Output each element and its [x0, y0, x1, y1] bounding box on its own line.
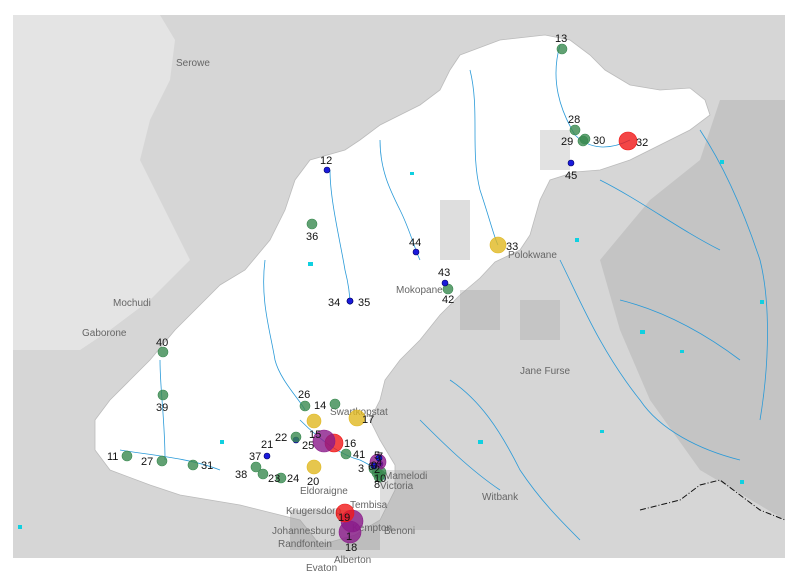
- site-label-40: 40: [156, 337, 168, 349]
- place-label-alberton: Alberton: [334, 555, 371, 566]
- site-marker-43[interactable]: [441, 279, 449, 287]
- site-label-11: 11: [107, 451, 118, 463]
- place-label-tembisa: Tembisa: [350, 500, 388, 511]
- site-marker-31[interactable]: [187, 459, 199, 471]
- site-marker-22[interactable]: [290, 431, 302, 443]
- site-label-23: 23: [268, 473, 280, 485]
- site-label-41: 41: [353, 449, 365, 461]
- site-label-28: 28: [568, 114, 580, 126]
- site-label-21: 21: [261, 439, 273, 451]
- site-label-34: 34: [328, 297, 340, 309]
- place-label-mokopane: Mokopane: [396, 285, 443, 296]
- site-marker-28[interactable]: [569, 124, 581, 136]
- site-marker-44[interactable]: [412, 248, 420, 256]
- site-label-32: 32: [636, 137, 648, 149]
- site-label-39: 39: [156, 402, 168, 414]
- site-marker-26[interactable]: [299, 400, 311, 412]
- site-label-3: 3: [358, 463, 364, 475]
- site-label-14: 14: [314, 400, 326, 412]
- site-marker-12[interactable]: [323, 166, 331, 174]
- site-label-24: 24: [287, 473, 299, 485]
- site-label-27: 27: [141, 456, 153, 468]
- place-label-evaton: Evaton: [306, 563, 337, 571]
- site-marker-36[interactable]: [306, 218, 318, 230]
- place-label-jane-furse: Jane Furse: [520, 366, 570, 377]
- site-marker-41[interactable]: [340, 448, 352, 460]
- site-label-9: 9: [371, 460, 377, 472]
- place-label-randfontein: Randfontein: [278, 539, 332, 550]
- site-label-45: 45: [565, 170, 577, 182]
- site-marker-33[interactable]: [489, 236, 507, 254]
- site-label-35: 35: [358, 297, 370, 309]
- site-label-19: 19: [338, 512, 350, 524]
- site-marker-32[interactable]: [618, 131, 638, 151]
- site-marker-13[interactable]: [556, 43, 568, 55]
- site-label-26: 26: [298, 389, 310, 401]
- site-label-42: 42: [442, 294, 454, 306]
- site-marker-35[interactable]: [346, 297, 354, 305]
- place-label-witbank: Witbank: [482, 492, 519, 503]
- catchment-map: Serowe Mochudi Gaborone Polokwane Mokopa…: [13, 15, 786, 571]
- site-label-36: 36: [306, 231, 318, 243]
- site-marker-11[interactable]: [121, 450, 133, 462]
- site-label-44: 44: [409, 237, 421, 249]
- site-label-25: 25: [302, 440, 314, 452]
- place-label-benoni: Benoni: [384, 526, 415, 537]
- site-marker-37[interactable]: [263, 452, 271, 460]
- site-label-17: 17: [362, 414, 374, 426]
- site-label-22: 22: [275, 432, 287, 444]
- site-marker-30[interactable]: [579, 133, 591, 145]
- site-label-37: 37: [249, 451, 261, 463]
- site-label-20: 20: [307, 476, 319, 488]
- site-marker-39[interactable]: [157, 389, 169, 401]
- site-label-30: 30: [593, 135, 605, 147]
- site-label-43: 43: [438, 267, 450, 279]
- site-marker-15[interactable]: [306, 413, 322, 429]
- place-label-krugersdorp: Krugersdorp: [286, 506, 341, 517]
- site-marker-20[interactable]: [306, 459, 322, 475]
- place-label-gaborone: Gaborone: [82, 328, 127, 339]
- site-marker-38[interactable]: [250, 461, 262, 473]
- site-marker-14[interactable]: [329, 398, 341, 410]
- site-label-18: 18: [345, 542, 357, 554]
- site-label-10: 10: [374, 473, 386, 485]
- place-label-serowe: Serowe: [176, 58, 210, 69]
- site-label-13: 13: [555, 33, 567, 45]
- place-label-mochudi: Mochudi: [113, 298, 151, 309]
- site-label-31: 31: [201, 460, 213, 472]
- site-label-12: 12: [320, 155, 332, 167]
- site-marker-45[interactable]: [567, 159, 575, 167]
- site-label-7: 7: [377, 451, 383, 463]
- place-label-johannesburg: Johannesburg: [272, 526, 335, 537]
- site-marker-27[interactable]: [156, 455, 168, 467]
- site-label-38: 38: [235, 469, 247, 481]
- site-label-29: 29: [561, 136, 573, 148]
- site-label-33: 33: [506, 241, 518, 253]
